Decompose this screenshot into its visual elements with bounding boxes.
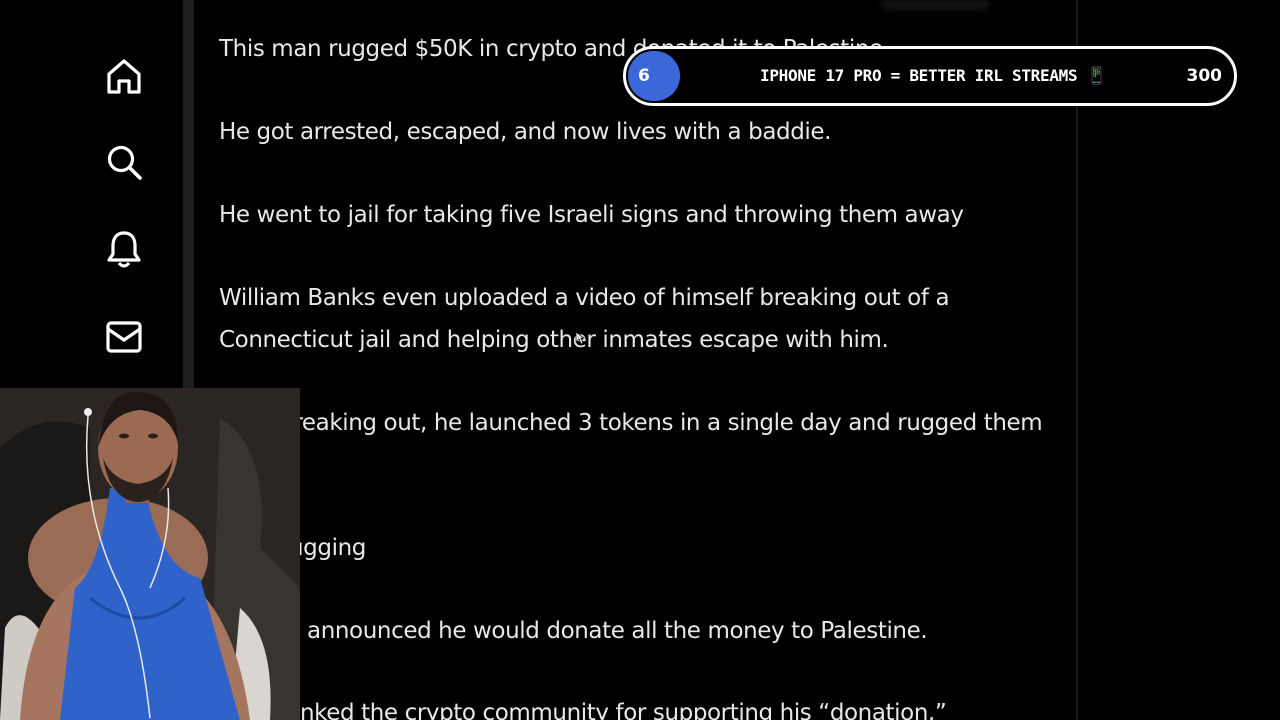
bell-icon[interactable] bbox=[104, 229, 144, 269]
x-logo-icon[interactable] bbox=[108, 0, 144, 4]
goal-title: IPHONE 17 PRO = BETTER IRL STREAMS 📱 bbox=[760, 66, 1107, 85]
goal-progress-fill bbox=[628, 51, 680, 101]
post-line: He went to jail for taking five Israeli … bbox=[219, 202, 964, 228]
goal-current-count: 6 bbox=[638, 66, 650, 86]
post-line: ugging bbox=[289, 535, 366, 561]
home-icon[interactable] bbox=[104, 56, 144, 96]
post-line: announced he would donate all the money … bbox=[307, 618, 928, 644]
webcam-feed bbox=[0, 388, 300, 720]
post-line: William Banks even uploaded a video of h… bbox=[219, 285, 950, 311]
stream-goal-bar: 6 IPHONE 17 PRO = BETTER IRL STREAMS 📱 3… bbox=[623, 46, 1237, 106]
goal-target-count: 300 bbox=[1186, 66, 1223, 86]
app-window: This man rugged $50K in crypto and donat… bbox=[0, 0, 1280, 720]
column-divider bbox=[1076, 0, 1078, 720]
post-line: He got arrested, escaped, and now lives … bbox=[219, 119, 832, 145]
mail-icon[interactable] bbox=[104, 317, 144, 357]
search-icon[interactable] bbox=[104, 142, 144, 182]
post-line: nked the crypto community for supporting… bbox=[300, 700, 947, 720]
mouse-cursor-icon bbox=[575, 330, 585, 345]
sidebar-divider bbox=[183, 0, 194, 388]
post-line: After breaking out, he launched 3 tokens… bbox=[219, 410, 1043, 436]
post-line: Connecticut jail and helping other inmat… bbox=[219, 327, 889, 353]
webcam-overlay bbox=[0, 388, 300, 720]
top-shadow bbox=[880, 0, 990, 10]
